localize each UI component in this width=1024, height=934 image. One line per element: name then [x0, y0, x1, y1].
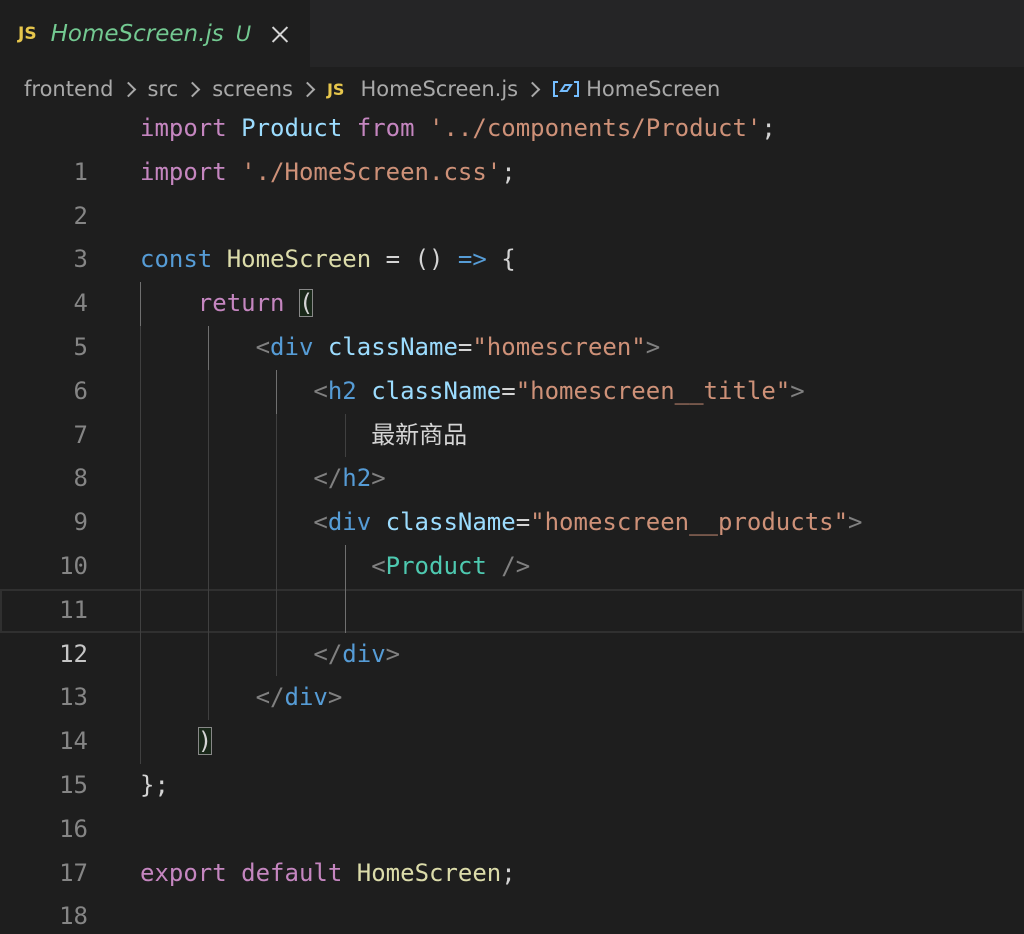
breadcrumb-item-symbol[interactable]: HomeScreen [586, 77, 720, 101]
code-line: 9 </h2> [0, 457, 1024, 536]
tab-label: HomeScreen.js [50, 20, 224, 47]
code-line: 8 最新商品 [0, 413, 1024, 492]
breadcrumb-item-frontend[interactable]: frontend [24, 77, 114, 101]
line-content: </h2> [313, 464, 386, 493]
code-line: 15 ) [0, 720, 1024, 799]
code-line: 16 }; [0, 764, 1024, 843]
line-content: 最新商品 [371, 420, 468, 449]
line-content: <Product /> [371, 551, 531, 580]
chevron-right-icon [524, 81, 541, 97]
close-icon[interactable] [271, 25, 289, 43]
bracket-match: ) [197, 727, 213, 756]
code-line: 14 </div> [0, 676, 1024, 755]
breadcrumb-item-src[interactable]: src [148, 77, 179, 101]
code-line: 13 </div> [0, 632, 1024, 711]
line-content: const HomeScreen = () => { [140, 245, 516, 274]
indent-guide [140, 588, 141, 633]
code-line: 7 <h2 className="homescreen__title"> [0, 369, 1024, 449]
code-line: 10 <div className="homescreen__products"… [0, 501, 1024, 580]
code-line: 2 import './HomeScreen.css'; [0, 151, 1024, 230]
breadcrumb: frontend src screens JS HomeScreen.js Ho… [24, 72, 720, 106]
line-content: <div className="homescreen__products"> [313, 508, 863, 537]
breadcrumb-item-file[interactable]: HomeScreen.js [360, 77, 518, 101]
chevron-right-icon [299, 81, 316, 97]
javascript-file-icon: JS [326, 79, 345, 99]
indent-guide [276, 588, 277, 633]
code-area[interactable]: 1 import Product from '../components/Pro… [0, 107, 1024, 931]
line-content: }; [140, 770, 169, 799]
code-line: 17 [0, 808, 1024, 887]
code-editor[interactable]: JS HomeScreen.js U frontend src screens … [0, 0, 1024, 934]
current-line[interactable]: 12 [0, 588, 1024, 668]
chevron-right-icon [184, 81, 201, 97]
code-line: 4 const HomeScreen = () => { [0, 238, 1024, 317]
code-line: 3 [0, 195, 1024, 273]
line-content: </div> [255, 683, 343, 712]
untracked-status-badge: U [235, 21, 252, 46]
line-content: return ( [197, 289, 314, 318]
code-line: 5 return ( [0, 282, 1024, 361]
code-line: 1 import Product from '../components/Pro… [0, 107, 1024, 186]
symbol-variable-icon [552, 79, 580, 99]
line-content: <h2 className="homescreen__title"> [313, 376, 805, 405]
javascript-file-icon: JS [18, 23, 37, 44]
breadcrumb-item-screens[interactable]: screens [212, 77, 293, 101]
code-line: 6 <div className="homescreen"> [0, 325, 1024, 405]
tab-homescreen-js[interactable]: JS HomeScreen.js U [0, 0, 310, 67]
line-content: export default HomeScreen; [140, 858, 516, 887]
indent-guide [208, 588, 209, 633]
line-content: import Product from '../components/Produ… [140, 114, 776, 142]
bracket-match: ( [298, 289, 314, 318]
line-content: </div> [313, 639, 401, 668]
line-number: 18 [59, 902, 88, 931]
line-content: import './HomeScreen.css'; [140, 157, 516, 186]
tab-bar: JS HomeScreen.js U [0, 0, 1024, 67]
indent-guide [345, 588, 346, 633]
code-line: 18 export default HomeScreen; [0, 852, 1024, 931]
line-content: ) [140, 720, 213, 764]
code-line: 11 <Product /> [0, 544, 1024, 624]
line-content: <div className="homescreen"> [255, 332, 661, 361]
chevron-right-icon [120, 81, 136, 97]
